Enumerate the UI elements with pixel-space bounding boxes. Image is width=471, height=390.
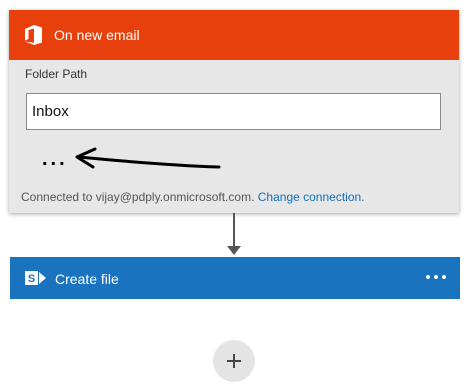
- more-options-icon[interactable]: [423, 266, 449, 288]
- hand-drawn-arrow-icon: [75, 147, 221, 169]
- trigger-title: On new email: [54, 27, 140, 43]
- trigger-header[interactable]: On new email: [9, 10, 459, 60]
- flow-arrow-icon: [227, 213, 241, 255]
- connection-status: Connected to vijay@pdply.onmicrosoft.com…: [21, 190, 365, 204]
- plus-icon: [227, 354, 241, 368]
- folder-path-input[interactable]: [26, 93, 441, 130]
- trigger-card: On new email Folder Path ... Connected t…: [9, 10, 459, 213]
- folder-path-label: Folder Path: [25, 67, 88, 81]
- action-card[interactable]: S Create file: [10, 257, 460, 299]
- sharepoint-icon: S: [25, 271, 46, 285]
- connection-text: Connected to vijay@pdply.onmicrosoft.com…: [21, 190, 255, 204]
- office-icon: [25, 25, 42, 45]
- svg-text:S: S: [28, 273, 35, 285]
- action-title: Create file: [55, 271, 119, 287]
- show-advanced-options-button[interactable]: ...: [42, 149, 68, 169]
- add-step-button[interactable]: [213, 340, 255, 382]
- change-connection-link[interactable]: Change connection.: [258, 190, 365, 204]
